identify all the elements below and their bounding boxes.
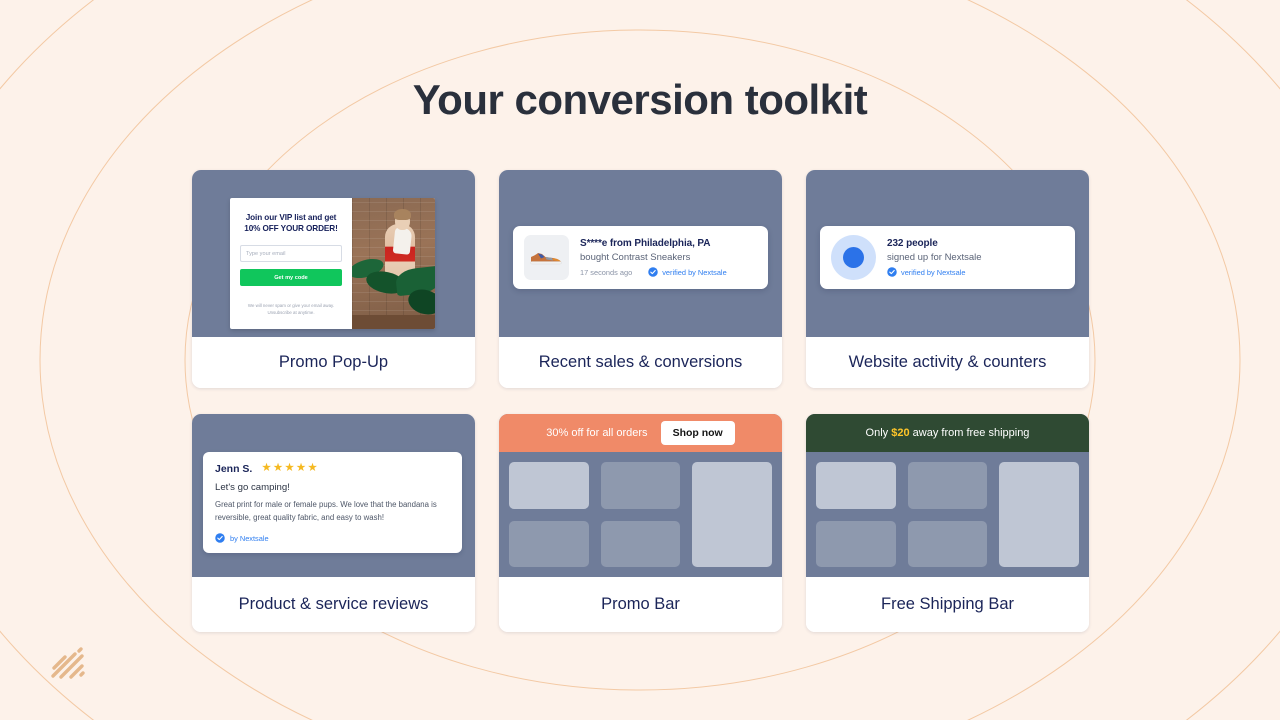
free-shipping-bar-mock: Only $20 away from free shipping [806,414,1089,452]
card-label-promo-popup: Promo Pop-Up [192,337,475,388]
verified-label: verified by Nextsale [662,268,727,277]
activity-notification-title: 232 people [887,238,982,249]
activity-notification-meta: verified by Nextsale [887,267,982,277]
people-circle-icon [831,235,876,280]
product-reviews-preview: Jenn S. ★★★★★ Let's go camping! Great pr… [192,414,475,577]
verified-label: verified by Nextsale [901,268,966,277]
sales-notification-meta: 17 seconds ago verified by Nextsale [580,267,727,277]
verified-badge: verified by Nextsale [648,267,727,277]
mock-tile [692,462,772,567]
free-shipping-bar-text: Only $20 away from free shipping [866,427,1030,439]
feature-card-grid: Join our VIP list and get 10% OFF YOUR O… [192,170,1088,632]
sales-notification-text: S****e from Philadelphia, PA bought Cont… [580,238,727,277]
star-rating-icon: ★★★★★ [261,463,319,475]
card-promo-bar[interactable]: 30% off for all orders Shop now Promo Ba… [499,414,782,632]
mock-tile [816,521,896,568]
shop-now-button[interactable]: Shop now [661,421,735,445]
sales-notification-subtitle: bought Contrast Sneakers [580,252,727,263]
mock-tile [509,521,589,568]
review-body: Great print for male or female pups. We … [215,499,450,524]
promo-popup-email-input[interactable]: Type your email [240,245,342,262]
page-title: Your conversion toolkit [0,76,1280,124]
mock-tile [509,462,589,509]
mock-tile [601,462,681,509]
recent-sales-preview: S****e from Philadelphia, PA bought Cont… [499,170,782,337]
card-free-shipping-bar[interactable]: Only $20 away from free shipping Free Sh… [806,414,1089,632]
promo-popup-preview: Join our VIP list and get 10% OFF YOUR O… [192,170,475,337]
sales-notification-mock: S****e from Philadelphia, PA bought Cont… [513,226,768,289]
mock-tile [908,521,988,568]
product-thumbnail [524,235,569,280]
card-label-promo-bar: Promo Bar [499,577,782,632]
card-label-recent-sales: Recent sales & conversions [499,337,782,388]
card-label-product-reviews: Product & service reviews [192,577,475,632]
website-activity-preview: 232 people signed up for Nextsale verifi… [806,170,1089,337]
sales-notification-title: S****e from Philadelphia, PA [580,238,727,249]
mock-store-page [806,452,1089,577]
verified-badge: verified by Nextsale [887,267,966,277]
sales-notification-time: 17 seconds ago [580,268,632,277]
sneaker-icon [529,250,564,265]
review-author: Jenn S. [215,463,252,475]
activity-notification-mock: 232 people signed up for Nextsale verifi… [820,226,1075,289]
promo-popup-submit-button[interactable]: Get my code [240,269,342,286]
free-shipping-text-before: Only [866,427,892,439]
review-title: Let's go camping! [215,482,450,493]
promo-bar-text: 30% off for all orders [546,427,647,439]
promo-popup-fine-print-line2: Unsubscribe at anytime. [267,310,314,315]
promo-bar-mock: 30% off for all orders Shop now [499,414,782,452]
promo-popup-headline-line1: Join our VIP list and get [246,213,337,222]
card-label-website-activity: Website activity & counters [806,337,1089,388]
model-hair [394,209,411,220]
floor [352,315,435,329]
promo-popup-headline: Join our VIP list and get 10% OFF YOUR O… [244,212,337,234]
free-shipping-bar-preview: Only $20 away from free shipping [806,414,1089,577]
promo-popup-mock: Join our VIP list and get 10% OFF YOUR O… [230,198,435,329]
mock-tile [601,521,681,568]
card-product-reviews[interactable]: Jenn S. ★★★★★ Let's go camping! Great pr… [192,414,475,632]
promo-popup-form: Join our VIP list and get 10% OFF YOUR O… [230,198,352,329]
promo-bar-preview: 30% off for all orders Shop now [499,414,782,577]
mock-tile [908,462,988,509]
activity-notification-subtitle: signed up for Nextsale [887,252,982,263]
mock-store-page [499,452,782,577]
free-shipping-amount: $20 [891,427,909,439]
promo-popup-fine-print: We will never spam or give your email aw… [248,303,334,317]
verified-check-icon [887,267,897,277]
card-label-free-shipping-bar: Free Shipping Bar [806,577,1089,632]
promo-popup-headline-line2: 10% OFF YOUR ORDER! [244,224,337,233]
review-mock: Jenn S. ★★★★★ Let's go camping! Great pr… [203,452,462,553]
review-verified-badge: by Nextsale [215,533,450,543]
promo-popup-fine-print-line1: We will never spam or give your email aw… [248,303,334,308]
model-top [393,227,413,255]
mock-tile [816,462,896,509]
activity-notification-text: 232 people signed up for Nextsale verifi… [887,238,982,277]
card-recent-sales[interactable]: S****e from Philadelphia, PA bought Cont… [499,170,782,388]
stripes-decoration-icon [48,642,88,682]
verified-check-icon [215,533,225,543]
review-header: Jenn S. ★★★★★ [215,463,450,475]
verified-check-icon [648,267,658,277]
promo-popup-photo [352,198,435,329]
card-website-activity[interactable]: 232 people signed up for Nextsale verifi… [806,170,1089,388]
card-promo-popup[interactable]: Join our VIP list and get 10% OFF YOUR O… [192,170,475,388]
mock-tile [999,462,1079,567]
review-verified-label: by Nextsale [230,534,269,543]
free-shipping-text-after: away from free shipping [910,427,1030,439]
